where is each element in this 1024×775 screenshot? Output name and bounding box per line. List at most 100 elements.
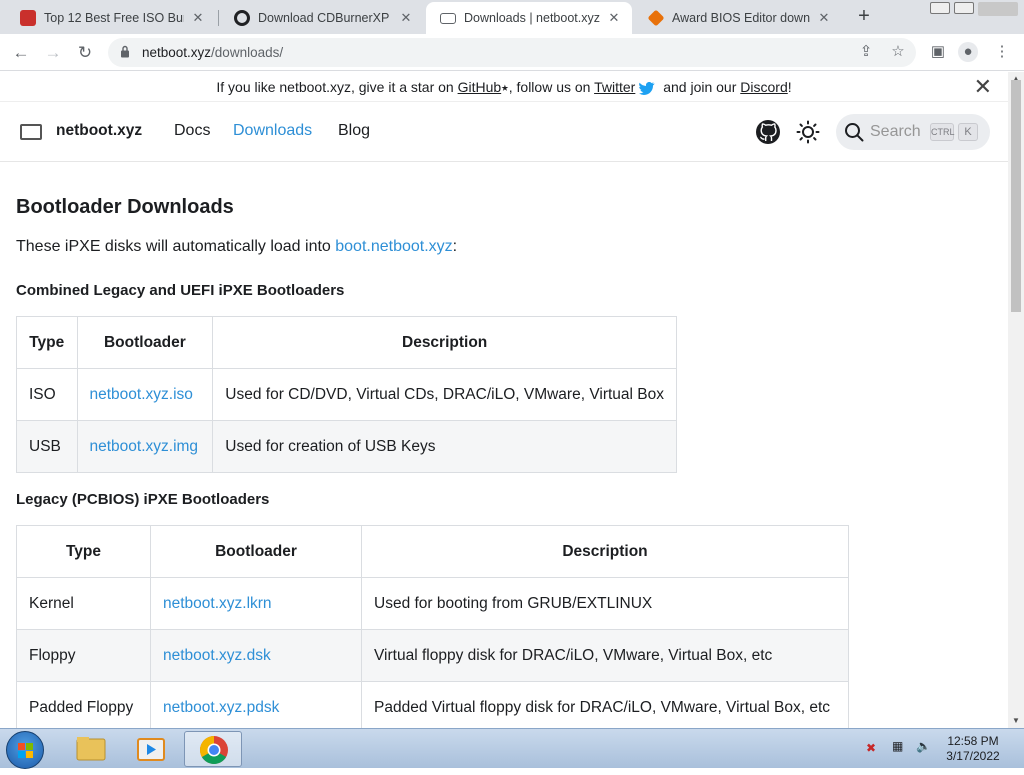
page-scrollbar[interactable]: ▲ ▼ xyxy=(1008,72,1024,728)
type-cell: Floppy xyxy=(16,629,151,682)
table-row: ISO netboot.xyz.iso Used for CD/DVD, Vir… xyxy=(16,368,677,421)
star-icon: ⭑ xyxy=(501,79,509,95)
description-cell: Padded Virtual floppy disk for DRAC/iLO,… xyxy=(361,681,849,728)
network-icon[interactable]: ▦ xyxy=(892,739,903,753)
scrollbar-thumb[interactable] xyxy=(1011,80,1021,312)
nav-downloads[interactable]: Downloads xyxy=(233,122,312,140)
nav-blog[interactable]: Blog xyxy=(338,122,370,140)
side-panel-icon[interactable]: ▣ xyxy=(928,42,948,62)
intro-text-end: : xyxy=(452,238,458,255)
chrome-icon xyxy=(200,736,228,764)
legacy-bootloaders-table: Type Bootloader Description Kernel netbo… xyxy=(16,525,849,728)
theme-toggle-sun-icon[interactable] xyxy=(796,120,820,144)
announcement-text: ! xyxy=(787,79,792,95)
netboot-logo-icon[interactable] xyxy=(20,124,42,140)
taskbar-media-player[interactable] xyxy=(122,731,180,767)
brand-name[interactable]: netboot.xyz xyxy=(56,122,142,140)
start-button-windows-icon[interactable] xyxy=(6,731,44,769)
twitter-link[interactable]: Twitter xyxy=(594,79,635,95)
description-cell: Used for creation of USB Keys xyxy=(212,420,677,473)
windows-taskbar: ✖ ▦ 🔈 12:58 PM 3/17/2022 xyxy=(0,728,1024,769)
column-header: Description xyxy=(361,525,849,578)
download-link-pdsk[interactable]: netboot.xyz.pdsk xyxy=(163,699,279,716)
folder-icon xyxy=(76,737,106,761)
tab-title: Download CDBurnerXP late xyxy=(258,11,392,25)
nav-docs[interactable]: Docs xyxy=(174,122,210,140)
taskbar-chrome[interactable] xyxy=(184,731,242,767)
browser-tab-strip: Top 12 Best Free ISO Burne ✕ Download CD… xyxy=(0,0,1024,34)
reload-icon[interactable]: ↻ xyxy=(72,40,98,66)
clock-time: 12:58 PM xyxy=(947,734,999,748)
browser-toolbar: ← → ↻ netboot.xyz/downloads/ ⇪ ☆ ▣ ● ⋮ xyxy=(0,34,1024,71)
type-cell: ISO xyxy=(16,368,78,421)
close-icon[interactable]: ✕ xyxy=(398,10,414,26)
column-header: Description xyxy=(212,316,677,369)
boot-netboot-link[interactable]: boot.netboot.xyz xyxy=(335,238,452,255)
page-viewport: If you like netboot.xyz, give it a star … xyxy=(0,72,1008,728)
window-close-button[interactable] xyxy=(978,2,1018,16)
kbd-k-key: K xyxy=(958,123,978,141)
tab-title: Top 12 Best Free ISO Burne xyxy=(44,11,184,25)
network-alert-icon[interactable]: ✖ xyxy=(866,741,876,755)
page-title: Bootloader Downloads xyxy=(16,196,234,218)
download-link-lkrn[interactable]: netboot.xyz.lkrn xyxy=(163,595,272,612)
download-link-dsk[interactable]: netboot.xyz.dsk xyxy=(163,647,271,664)
bootloader-cell: netboot.xyz.pdsk xyxy=(150,681,362,728)
close-icon[interactable]: ✕ xyxy=(816,10,832,26)
discord-link[interactable]: Discord xyxy=(740,79,787,95)
url-path: /downloads/ xyxy=(211,45,284,60)
search-placeholder: Search xyxy=(870,123,921,140)
table-row: Floppy netboot.xyz.dsk Virtual floppy di… xyxy=(16,629,849,682)
clock[interactable]: 12:58 PM 3/17/2022 xyxy=(944,734,1002,764)
announcement-text: and join our xyxy=(659,79,741,95)
forward-arrow-icon[interactable]: → xyxy=(40,40,66,66)
address-bar[interactable]: netboot.xyz/downloads/ xyxy=(108,38,916,67)
share-icon[interactable]: ⇪ xyxy=(856,42,876,62)
tab-title: Award BIOS Editor downloa xyxy=(672,11,810,25)
restore-button[interactable] xyxy=(954,2,974,14)
bookmark-star-icon[interactable]: ☆ xyxy=(888,42,908,62)
browser-tab-3-active[interactable]: Downloads | netboot.xyz ✕ xyxy=(426,2,632,34)
bootloader-cell: netboot.xyz.img xyxy=(76,420,214,473)
url-text: netboot.xyz/downloads/ xyxy=(142,45,283,60)
close-icon[interactable]: ✕ xyxy=(190,10,206,26)
combined-bootloaders-table: Type Bootloader Description ISO netboot.… xyxy=(16,316,677,473)
twitter-bird-icon xyxy=(639,81,655,95)
profile-avatar-icon[interactable]: ● xyxy=(958,42,978,62)
volume-icon[interactable]: 🔈 xyxy=(916,739,931,753)
announcement-text: , follow us on xyxy=(508,79,595,95)
close-announcement-icon[interactable]: ✕ xyxy=(974,72,992,102)
intro-text-start: These iPXE disks will automatically load… xyxy=(16,238,336,255)
download-link-iso[interactable]: netboot.xyz.iso xyxy=(90,386,193,403)
table-header-row: Type Bootloader Description xyxy=(16,316,677,369)
site-navbar: netboot.xyz Docs Downloads Blog Search C… xyxy=(0,102,1008,162)
clock-date: 3/17/2022 xyxy=(946,749,1000,763)
media-player-icon xyxy=(137,738,165,761)
column-header: Type xyxy=(16,525,151,578)
browser-tab-2[interactable]: Download CDBurnerXP late ✕ xyxy=(220,2,424,34)
type-cell: USB xyxy=(16,420,78,473)
intro-text: These iPXE disks will automatically load… xyxy=(16,238,457,256)
description-cell: Used for CD/DVD, Virtual CDs, DRAC/iLO, … xyxy=(212,368,677,421)
download-link-img[interactable]: netboot.xyz.img xyxy=(90,438,199,455)
lock-icon xyxy=(121,45,129,58)
description-cell: Used for booting from GRUB/EXTLINUX xyxy=(361,577,849,630)
close-icon[interactable]: ✕ xyxy=(606,10,622,26)
github-link[interactable]: GitHub xyxy=(458,79,502,95)
new-tab-button[interactable]: + xyxy=(852,5,876,29)
github-icon[interactable] xyxy=(756,120,780,144)
search-icon xyxy=(845,123,864,142)
section-title-legacy: Legacy (PCBIOS) iPXE Bootloaders xyxy=(16,491,270,508)
table-row: Kernel netboot.xyz.lkrn Used for booting… xyxy=(16,577,849,630)
minimize-button[interactable] xyxy=(930,2,950,14)
search-button[interactable]: Search CTRL K xyxy=(836,114,990,150)
column-header: Bootloader xyxy=(150,525,362,578)
bootloader-cell: netboot.xyz.iso xyxy=(76,368,214,421)
taskbar-file-explorer[interactable] xyxy=(62,731,120,767)
kbd-ctrl-key: CTRL xyxy=(930,123,955,141)
back-arrow-icon[interactable]: ← xyxy=(8,40,34,66)
browser-tab-4[interactable]: Award BIOS Editor downloa ✕ xyxy=(634,2,842,34)
browser-tab-1[interactable]: Top 12 Best Free ISO Burne ✕ xyxy=(6,2,216,34)
menu-kebab-icon[interactable]: ⋮ xyxy=(992,42,1012,62)
scroll-down-arrow-icon[interactable]: ▼ xyxy=(1012,716,1020,725)
